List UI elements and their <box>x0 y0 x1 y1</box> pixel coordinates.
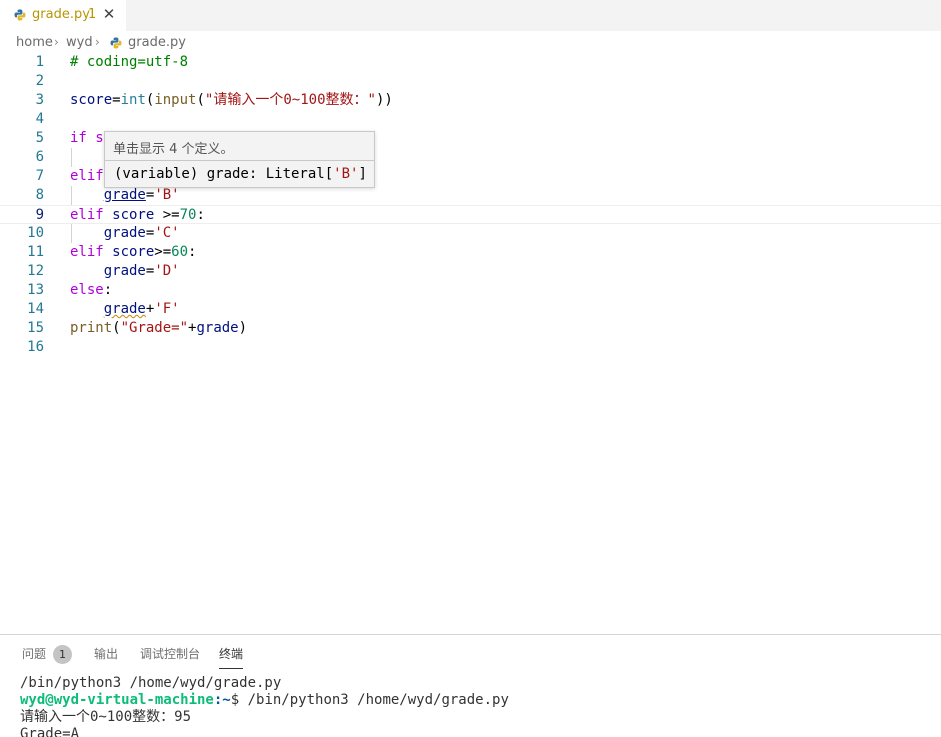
line-number: 5 <box>35 130 44 146</box>
variable-token: grade <box>103 263 146 279</box>
terminal-output[interactable]: /bin/python3 /home/wyd/grade.py wyd@wyd-… <box>20 675 509 737</box>
number-token: 60 <box>171 244 189 260</box>
indent-guide <box>71 148 72 167</box>
hover-signature-suffix: ] <box>358 166 367 182</box>
terminal-line: Grade=A <box>20 726 80 737</box>
variable-token-warning: grade <box>103 301 146 317</box>
builtin-token: int <box>120 92 146 108</box>
line-number: 3 <box>35 92 44 108</box>
keyword-token: else <box>70 282 104 298</box>
python-file-icon <box>110 37 122 49</box>
line-number: 9 <box>35 207 44 223</box>
line-number: 2 <box>35 73 44 89</box>
string-token: "Grade=" <box>120 320 189 336</box>
tab-problems[interactable]: 问题 <box>22 645 46 669</box>
keyword-token: if s <box>70 130 104 146</box>
line-number: 11 <box>27 244 44 260</box>
hover-tooltip: 单击显示 4 个定义。 (variable) grade: Literal['B… <box>104 131 375 188</box>
line-number: 12 <box>27 263 44 279</box>
function-token: print <box>70 320 113 336</box>
python-file-icon <box>14 9 26 21</box>
code-line-current: 9 elif score >=70: <box>0 205 941 224</box>
operator-token: = <box>112 92 121 108</box>
terminal-command: $ /bin/python3 /home/wyd/grade.py <box>230 692 509 708</box>
code-line: 10 grade='C' <box>0 224 941 243</box>
terminal-line: 请输入一个0~100整数：95 <box>20 709 192 725</box>
chevron-right-icon: › <box>54 35 59 49</box>
code-line: 8 grade='B' <box>0 186 941 205</box>
variable-token: score <box>103 244 155 260</box>
hover-signature-prefix: (variable) grade: Literal[ <box>114 166 334 182</box>
punct-token: )) <box>375 92 393 108</box>
operator-token: >= <box>154 244 172 260</box>
hover-signature-value: 'B' <box>333 166 359 182</box>
variable-token: score <box>103 207 163 223</box>
punct-token: ( <box>196 92 205 108</box>
hover-signature: (variable) grade: Literal['B'] <box>114 166 367 182</box>
tab-terminal[interactable]: 终端 <box>219 645 244 669</box>
code-line: 14 grade+'F' <box>0 300 941 319</box>
keyword-token: elif <box>70 207 104 223</box>
line-number: 15 <box>27 320 44 336</box>
problems-count-badge: 1 <box>53 645 72 664</box>
tab-output[interactable]: 输出 <box>94 645 118 669</box>
punct-token: ) <box>238 320 248 336</box>
function-token: input <box>154 92 197 108</box>
line-number: 14 <box>27 301 44 317</box>
terminal-path: :~ <box>213 692 231 708</box>
line-number: 1 <box>35 54 44 70</box>
punct-token: ( <box>112 320 121 336</box>
punct-token: : <box>103 282 113 298</box>
variable-token: grade <box>196 320 239 336</box>
breadcrumb-item-home[interactable]: home <box>16 35 53 50</box>
code-line: 12 grade='D' <box>0 262 941 281</box>
punct-token: : <box>196 207 205 223</box>
punct-token: : <box>188 244 197 260</box>
line-number: 7 <box>35 168 44 184</box>
number-token: 70 <box>179 207 197 223</box>
close-icon[interactable]: ✕ <box>102 5 116 23</box>
string-token: 'B' <box>154 187 180 203</box>
hover-definitions-link[interactable]: 单击显示 4 个定义。 <box>113 138 234 157</box>
variable-token: grade <box>103 225 146 241</box>
line-number: 10 <box>27 225 44 241</box>
operator-token: >= <box>162 207 180 223</box>
variable-token[interactable]: grade <box>104 187 146 203</box>
string-token: 'C' <box>154 225 180 241</box>
code-line: 16 <box>0 338 941 357</box>
keyword-token: elif <box>70 168 104 184</box>
tab-debug-console[interactable]: 调试控制台 <box>140 645 200 669</box>
variable-token: score <box>70 92 113 108</box>
line-number: 16 <box>27 339 44 355</box>
string-token: 'D' <box>154 263 180 279</box>
divider <box>105 160 374 161</box>
code-line: 4 <box>0 110 941 129</box>
breadcrumb-item-wyd[interactable]: wyd <box>66 35 93 50</box>
breadcrumb-item-file[interactable]: grade.py <box>128 35 186 50</box>
line-number: 13 <box>27 282 44 298</box>
code-line: 3 score=int(input("请输入一个0~100整数：")) <box>0 91 941 110</box>
line-number: 6 <box>35 149 44 165</box>
code-line: 15 print("Grade="+grade) <box>0 319 941 338</box>
bottom-panel: 问题 1 输出 调试控制台 终端 /bin/python3 /home/wyd/… <box>0 634 941 737</box>
terminal-user: wyd@wyd-virtual-machine <box>20 692 214 708</box>
terminal-prompt-line: wyd@wyd-virtual-machine:~$ /bin/python3 … <box>20 692 509 709</box>
code-line: 13 else: <box>0 281 941 300</box>
code-line: 1 # coding=utf-8 <box>0 53 941 72</box>
line-number: 8 <box>35 187 44 203</box>
code-line: 2 <box>0 72 941 91</box>
string-token: "请输入一个0~100整数：" <box>204 92 376 108</box>
chevron-right-icon: › <box>95 35 100 49</box>
code-line: 11 elif score>=60: <box>0 243 941 262</box>
line-number: 4 <box>35 111 44 127</box>
string-token: 'F' <box>154 301 180 317</box>
tab-label: grade.py <box>32 7 90 22</box>
keyword-token: elif <box>70 244 104 260</box>
tab-bar: grade.py 1 ✕ <box>0 0 941 31</box>
tab-problem-badge: 1 <box>88 7 97 22</box>
comment-token: # coding=utf-8 <box>70 54 189 70</box>
tab-grade-py[interactable]: grade.py 1 ✕ <box>0 0 126 31</box>
terminal-line: /bin/python3 /home/wyd/grade.py <box>20 675 282 691</box>
